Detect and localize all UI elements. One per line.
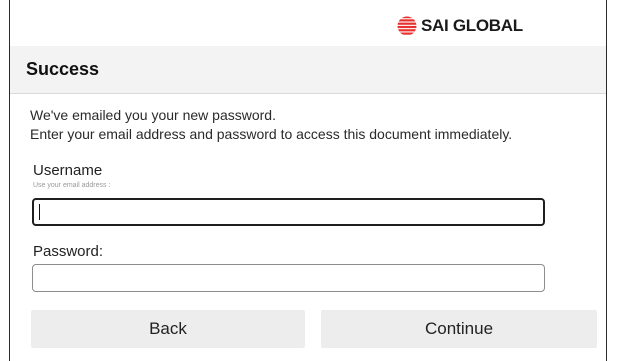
continue-button[interactable]: Continue (321, 310, 597, 348)
text-caret (39, 204, 40, 220)
page-title: Success (26, 59, 100, 79)
brand-logo: SAI GLOBAL (397, 14, 523, 38)
instruction-message: Enter your email address and password to… (30, 126, 513, 142)
dialog-header: Success (10, 46, 606, 94)
username-hint: Use your email address : (33, 182, 111, 189)
username-input[interactable] (32, 198, 545, 226)
back-button[interactable]: Back (31, 310, 305, 348)
username-label: Username (33, 162, 103, 179)
brand-name: SAI GLOBAL (421, 16, 523, 35)
password-label: Password: (33, 243, 104, 260)
confirmation-message: We've emailed you your new password. (30, 107, 276, 123)
globe-stripes-icon (397, 16, 417, 35)
password-input[interactable] (32, 264, 545, 292)
